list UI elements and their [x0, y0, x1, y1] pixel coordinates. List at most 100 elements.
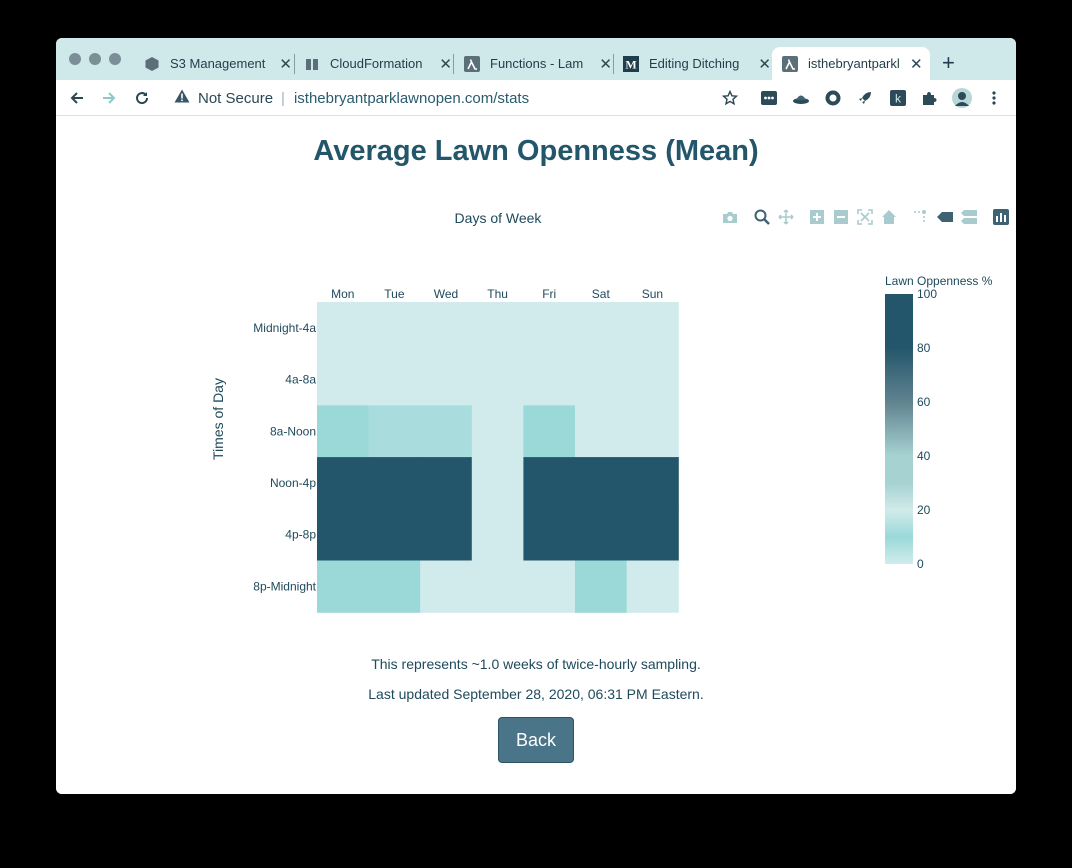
extension-dots-icon[interactable]: [759, 88, 779, 108]
tab-lambda-functions[interactable]: Functions - Lam ✕: [464, 47, 612, 80]
back-arrow-icon[interactable]: [67, 88, 87, 108]
svg-text:k: k: [895, 92, 902, 106]
colorbar-tick-label: 20: [917, 503, 931, 517]
heatmap-cell[interactable]: [523, 508, 576, 562]
browser-toolbar: Not Secure | isthebryantparklawnopen.com…: [56, 80, 1016, 116]
heatmap-cell[interactable]: [523, 457, 576, 510]
x-tick-label: Sat: [592, 287, 611, 301]
colorbar-tick-label: 80: [917, 341, 931, 355]
close-icon[interactable]: ✕: [910, 55, 923, 73]
lambda-icon: [782, 55, 798, 72]
heatmap-cell[interactable]: [523, 560, 576, 613]
heatmap-cell[interactable]: [575, 302, 628, 355]
medium-icon: M: [623, 55, 639, 72]
tab-medium-editing[interactable]: M Editing Ditching ✕: [623, 47, 771, 80]
heatmap-cell[interactable]: [523, 405, 576, 458]
svg-text:M: M: [625, 57, 636, 71]
bookmark-star-icon[interactable]: [720, 88, 740, 108]
y-tick-label: 4p-8p: [285, 528, 316, 542]
heatmap-cell[interactable]: [368, 405, 421, 458]
heatmap-cell[interactable]: [368, 560, 421, 613]
heatmap-cell[interactable]: [420, 302, 473, 355]
colorbar-tick-label: 0: [917, 557, 924, 571]
colorbar-title: Lawn Oppenness %: [885, 274, 993, 288]
heatmap-cell[interactable]: [575, 353, 628, 406]
heatmap-cell[interactable]: [420, 560, 473, 613]
heatmap-cell[interactable]: [575, 508, 628, 562]
heatmap-cell[interactable]: [368, 302, 421, 355]
heatmap-cell[interactable]: [626, 405, 679, 458]
tab-title: CloudFormation: [330, 56, 423, 71]
heatmap-cell[interactable]: [626, 353, 679, 406]
puzzle-icon[interactable]: [919, 88, 939, 108]
address-separator: |: [281, 89, 285, 107]
reload-icon[interactable]: [132, 88, 152, 108]
heatmap-cell[interactable]: [523, 302, 576, 355]
warning-icon[interactable]: [174, 89, 190, 107]
y-tick-label: 4a-8a: [285, 373, 316, 387]
heatmap-cell[interactable]: [420, 353, 473, 406]
heatmap-cell[interactable]: [420, 405, 473, 458]
extension-shield-icon[interactable]: [823, 88, 843, 108]
tab-title: S3 Management: [170, 56, 266, 71]
menu-kebab-icon[interactable]: [984, 88, 1004, 108]
y-tick-label: 8a-Noon: [270, 424, 316, 438]
tab-s3[interactable]: S3 Management ✕: [144, 47, 292, 80]
close-icon[interactable]: ✕: [599, 55, 612, 73]
y-tick-label: Noon-4p: [270, 476, 316, 490]
heatmap-cell[interactable]: [471, 302, 524, 355]
x-tick-label: Fri: [542, 287, 556, 301]
heatmap-cell[interactable]: [317, 508, 370, 562]
tab-cloudformation[interactable]: CloudFormation ✕: [304, 47, 452, 80]
heatmap-cell[interactable]: [626, 457, 679, 510]
heatmap-cell[interactable]: [368, 457, 421, 510]
heatmap-cell[interactable]: [317, 405, 370, 458]
back-button[interactable]: Back: [498, 717, 574, 763]
s3-icon: [144, 56, 160, 72]
heatmap-cell[interactable]: [575, 457, 628, 510]
heatmap-cell[interactable]: [471, 508, 524, 562]
heatmap-cell[interactable]: [368, 508, 421, 562]
tab-bar: S3 Management ✕ CloudFormation ✕ Functio…: [56, 38, 1016, 80]
heatmap-cell[interactable]: [471, 560, 524, 613]
heatmap-cell[interactable]: [317, 457, 370, 510]
heatmap-cell[interactable]: [420, 457, 473, 510]
colorbar: [885, 294, 913, 564]
heatmap-cell[interactable]: [626, 302, 679, 355]
heatmap-cell[interactable]: [575, 405, 628, 458]
heatmap-cell[interactable]: [420, 508, 473, 562]
x-tick-label: Thu: [487, 287, 508, 301]
close-icon[interactable]: ✕: [439, 55, 452, 73]
close-icon[interactable]: ✕: [758, 55, 771, 73]
heatmap-cell[interactable]: [523, 353, 576, 406]
browser-window: S3 Management ✕ CloudFormation ✕ Functio…: [56, 38, 1016, 794]
heatmap-cell[interactable]: [317, 560, 370, 613]
tab-title: Editing Ditching: [649, 56, 740, 71]
address-bar[interactable]: Not Secure | isthebryantparklawnopen.com…: [164, 84, 746, 112]
security-status[interactable]: Not Secure: [198, 90, 273, 107]
y-tick-label: 8p-Midnight: [253, 579, 316, 593]
forward-arrow-icon[interactable]: [99, 88, 119, 108]
colorbar-tick-label: 60: [917, 395, 931, 409]
heatmap-cell[interactable]: [317, 353, 370, 406]
extension-hat-icon[interactable]: [791, 88, 811, 108]
heatmap-cell[interactable]: [626, 560, 679, 613]
close-window-dot[interactable]: [69, 53, 81, 65]
tab-bryant-park[interactable]: isthebryantparkl ✕: [772, 47, 930, 80]
url-text[interactable]: isthebryantparklawnopen.com/stats: [294, 90, 529, 107]
new-tab-button[interactable]: +: [942, 50, 955, 76]
extension-rocket-icon[interactable]: [855, 88, 875, 108]
heatmap-cell[interactable]: [471, 405, 524, 458]
heatmap-cell[interactable]: [471, 353, 524, 406]
avatar[interactable]: [952, 88, 972, 108]
maximize-window-dot[interactable]: [109, 53, 121, 65]
heatmap-cell[interactable]: [471, 457, 524, 510]
minimize-window-dot[interactable]: [89, 53, 101, 65]
extension-k-icon[interactable]: k: [888, 88, 908, 108]
heatmap-cell[interactable]: [626, 508, 679, 562]
x-tick-label: Wed: [434, 287, 458, 301]
heatmap-cell[interactable]: [368, 353, 421, 406]
heatmap-cell[interactable]: [317, 302, 370, 355]
close-icon[interactable]: ✕: [279, 55, 292, 73]
heatmap-cell[interactable]: [575, 560, 628, 613]
